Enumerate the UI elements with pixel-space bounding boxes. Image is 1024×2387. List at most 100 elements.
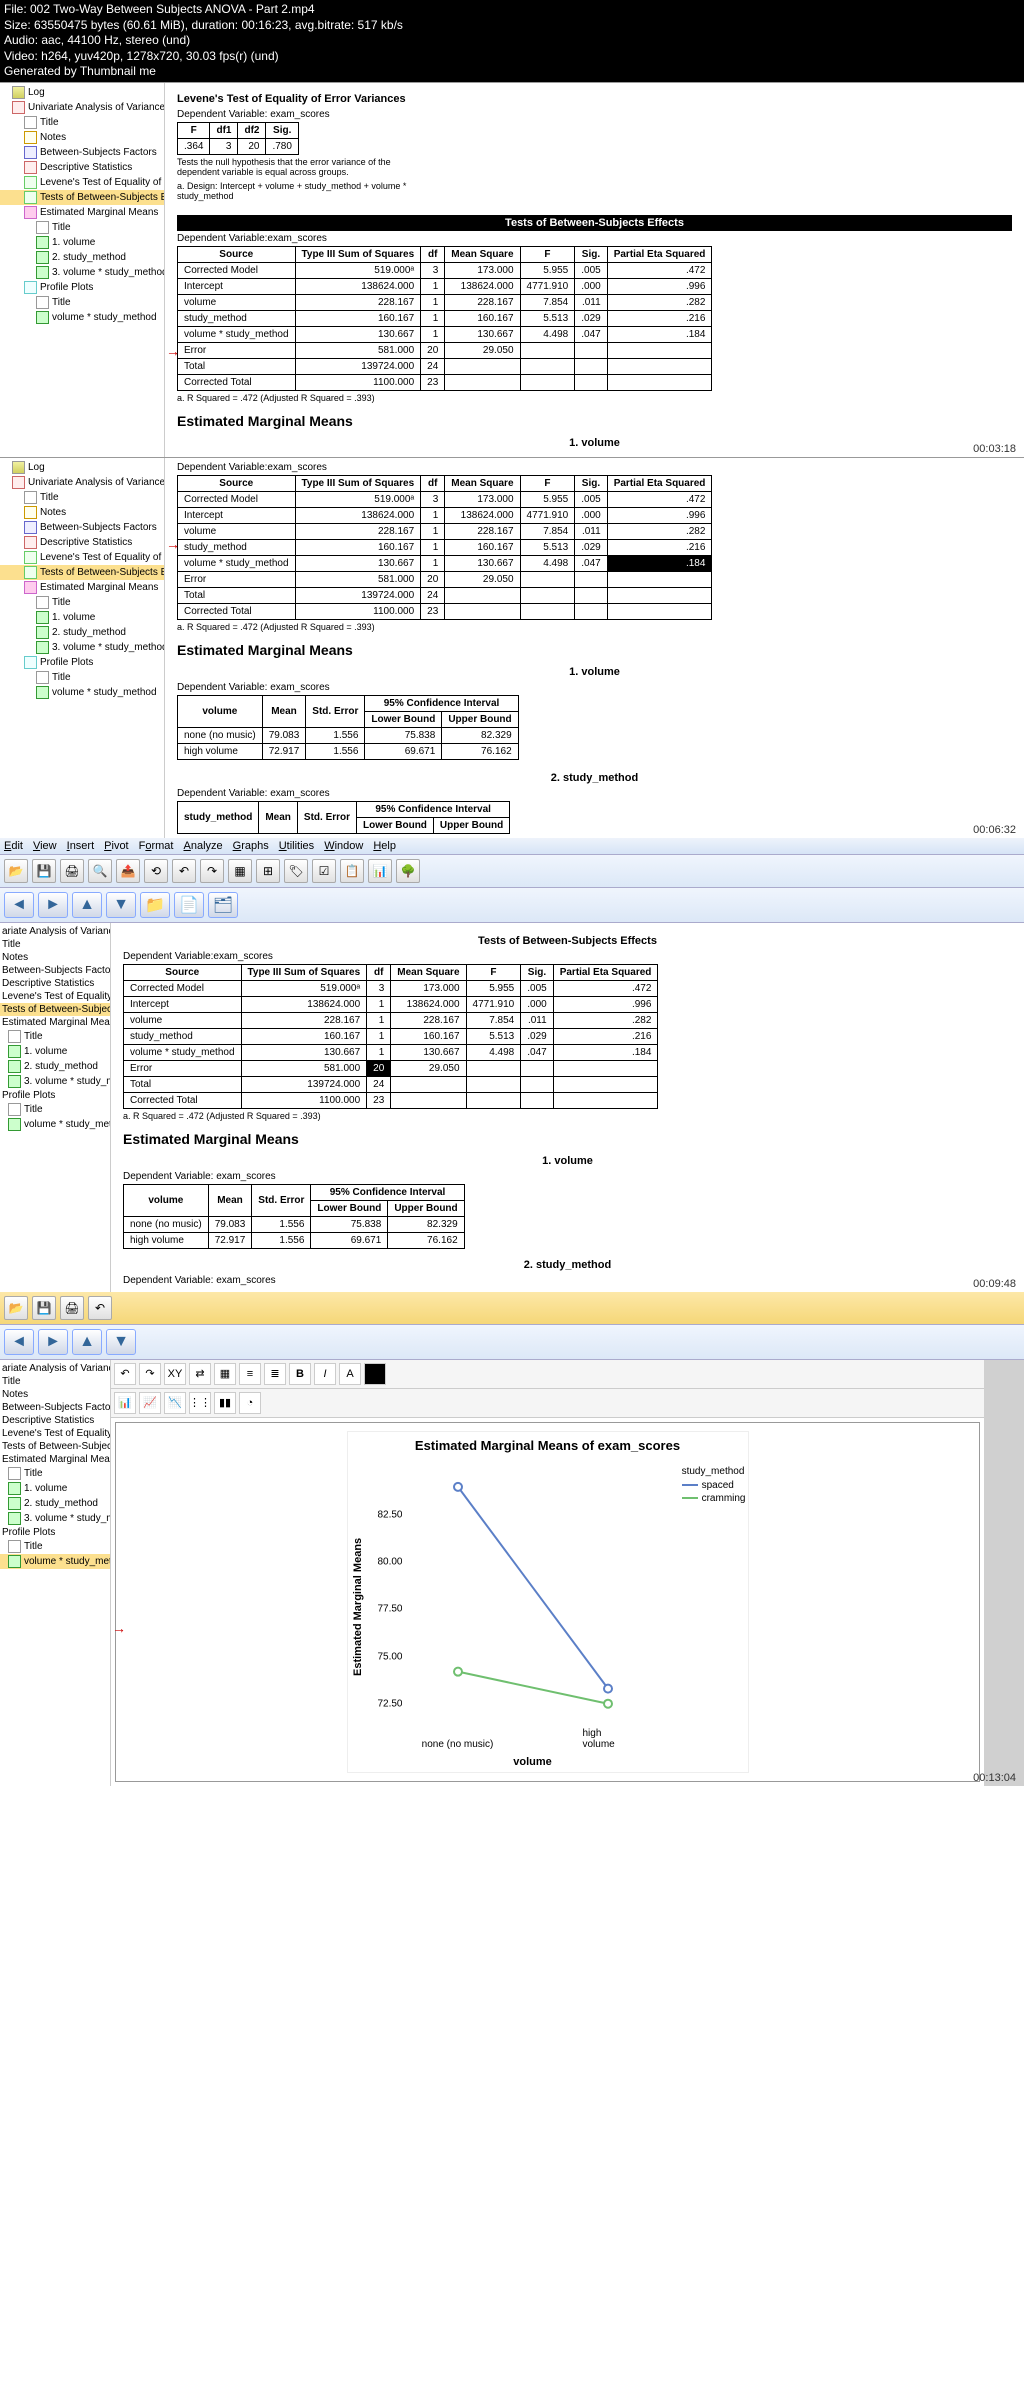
- nav-tests-bse[interactable]: Tests of Between-Subjects Effe: [0, 565, 164, 580]
- chart-editor-toolbar-1[interactable]: ↶ ↷ XY ⇄ ▦ ≡ ≣ B I A: [111, 1360, 984, 1389]
- histogram-icon[interactable]: ▮▮: [214, 1392, 236, 1414]
- nav-emm-title[interactable]: Title: [0, 595, 164, 610]
- nav-title[interactable]: Title: [0, 1375, 110, 1388]
- menu-format[interactable]: Format: [139, 840, 174, 852]
- chart-editor-toolbar-2[interactable]: 📊 📈 📉 ⋮⋮ ▮▮ ◔: [111, 1389, 984, 1418]
- nav-univariate[interactable]: Univariate Analysis of Variance: [0, 100, 164, 115]
- designate-icon[interactable]: 📋: [340, 859, 364, 883]
- nav-plots-chart[interactable]: volume * study_method: [0, 1554, 110, 1569]
- up-icon[interactable]: ▲: [72, 892, 102, 918]
- menu-help[interactable]: Help: [373, 840, 396, 852]
- nav-emm[interactable]: Estimated Marginal Means: [0, 205, 164, 220]
- nav-title[interactable]: Title: [0, 115, 164, 130]
- output-navigator-2[interactable]: Log Univariate Analysis of Variance Titl…: [0, 458, 165, 838]
- nav-factors[interactable]: Between-Subjects Factors: [0, 145, 164, 160]
- menu-insert[interactable]: Insert: [67, 840, 95, 852]
- down-icon[interactable]: ▼: [106, 1329, 136, 1355]
- grid-icon[interactable]: ▦: [214, 1363, 236, 1385]
- nav-descriptives[interactable]: Descriptive Statistics: [0, 1414, 110, 1427]
- nav-emm-study[interactable]: 2. study_method: [0, 250, 164, 265]
- nav-plots-chart[interactable]: volume * study_method: [0, 310, 164, 325]
- nav-levene[interactable]: Levene's Test of Equality of Erro: [0, 990, 110, 1003]
- nav-toolbar-4[interactable]: ◄ ► ▲ ▼: [0, 1325, 1024, 1360]
- undo-icon[interactable]: ↶: [114, 1363, 136, 1385]
- bse-table-2[interactable]: SourceType III Sum of SquaresdfMean Squa…: [177, 475, 712, 620]
- nav-tests-bse[interactable]: Tests of Between-Subjects Effe: [0, 1440, 110, 1453]
- bold-icon[interactable]: B: [289, 1363, 311, 1385]
- levene-table[interactable]: Fdf1df2Sig. .364320.780: [177, 122, 299, 155]
- chart-main-toolbar[interactable]: 📂 💾 🖨 ↶: [0, 1292, 1024, 1325]
- menu-edit[interactable]: Edit: [4, 840, 23, 852]
- up-icon[interactable]: ▲: [72, 1329, 102, 1355]
- chart-icon[interactable]: 📊: [368, 859, 392, 883]
- output-navigator-4[interactable]: ariate Analysis of Variance Title Notes …: [0, 1360, 111, 1786]
- align-left-icon[interactable]: ≡: [239, 1363, 261, 1385]
- menu-bar[interactable]: Edit View Insert Pivot Format Analyze Gr…: [0, 838, 1024, 855]
- nav-factors[interactable]: Between-Subjects Factors: [0, 520, 164, 535]
- xy-icon[interactable]: XY: [164, 1363, 186, 1385]
- undo-icon[interactable]: ↶: [88, 1296, 112, 1320]
- nav-notes[interactable]: Notes: [0, 130, 164, 145]
- forward-icon[interactable]: ►: [38, 892, 68, 918]
- profile-plot-chart[interactable]: Estimated Marginal Means of exam_scores …: [347, 1431, 749, 1773]
- nav-factors[interactable]: Between-Subjects Factors: [0, 964, 110, 977]
- nav-emm-title[interactable]: Title: [0, 1466, 110, 1481]
- nav-notes[interactable]: Notes: [0, 505, 164, 520]
- menu-utilities[interactable]: Utilities: [279, 840, 314, 852]
- nav-descriptives[interactable]: Descriptive Statistics: [0, 160, 164, 175]
- pie-icon[interactable]: ◔: [239, 1392, 261, 1414]
- emm-volume-table[interactable]: volumeMeanStd. Error95% Confidence Inter…: [177, 695, 519, 760]
- open-icon[interactable]: 📂: [4, 1296, 28, 1320]
- emm-study-table-header[interactable]: study_methodMeanStd. Error95% Confidence…: [177, 801, 510, 834]
- nav-tests-bse[interactable]: Tests of Between-Subjects Effe: [0, 1003, 110, 1016]
- down-icon[interactable]: ▼: [106, 892, 136, 918]
- area-chart-icon[interactable]: 📉: [164, 1392, 186, 1414]
- nav-log[interactable]: Log: [0, 460, 164, 475]
- preview-icon[interactable]: 🔍: [88, 859, 112, 883]
- nav-plots[interactable]: Profile Plots: [0, 1526, 110, 1539]
- goto-data-icon[interactable]: ▦: [228, 859, 252, 883]
- nav-emm-interaction[interactable]: 3. volume * study_method: [0, 1074, 110, 1089]
- menu-window[interactable]: Window: [324, 840, 363, 852]
- nav-emm-volume[interactable]: 1. volume: [0, 235, 164, 250]
- folder-icon[interactable]: 📁: [140, 892, 170, 918]
- nav-emm-study[interactable]: 2. study_method: [0, 1496, 110, 1511]
- nav-levene[interactable]: Levene's Test of Equality of Erro: [0, 550, 164, 565]
- nav-factors[interactable]: Between-Subjects Factors: [0, 1401, 110, 1414]
- nav-levene[interactable]: Levene's Test of Equality of Erro: [0, 1427, 110, 1440]
- bse-table[interactable]: SourceType III Sum of SquaresdfMean Squa…: [177, 246, 712, 391]
- tree-view-icon[interactable]: 🗂: [208, 892, 238, 918]
- variables-icon[interactable]: 🏷: [284, 859, 308, 883]
- nav-title[interactable]: Title: [0, 490, 164, 505]
- undo-icon[interactable]: ↶: [172, 859, 196, 883]
- nav-emm-volume[interactable]: 1. volume: [0, 610, 164, 625]
- bar-chart-icon[interactable]: 📊: [114, 1392, 136, 1414]
- line-chart-icon[interactable]: 📈: [139, 1392, 161, 1414]
- nav-plots-title[interactable]: Title: [0, 670, 164, 685]
- nav-title[interactable]: Title: [0, 938, 110, 951]
- menu-pivot[interactable]: Pivot: [104, 840, 128, 852]
- menu-analyze[interactable]: Analyze: [183, 840, 222, 852]
- menu-graphs[interactable]: Graphs: [233, 840, 269, 852]
- save-icon[interactable]: 💾: [32, 859, 56, 883]
- goto-case-icon[interactable]: ⊞: [256, 859, 280, 883]
- nav-plots-chart[interactable]: volume * study_method: [0, 685, 164, 700]
- nav-emm-title[interactable]: Title: [0, 1029, 110, 1044]
- nav-plots-chart[interactable]: volume * study_method: [0, 1117, 110, 1132]
- nav-notes[interactable]: Notes: [0, 951, 110, 964]
- nav-levene[interactable]: Levene's Test of Equality of Erro: [0, 175, 164, 190]
- back-icon[interactable]: ◄: [4, 892, 34, 918]
- nav-emm-interaction[interactable]: 3. volume * study_method: [0, 265, 164, 280]
- nav-emm-title[interactable]: Title: [0, 220, 164, 235]
- emm-volume-table-3[interactable]: volumeMeanStd. Error95% Confidence Inter…: [123, 1184, 465, 1249]
- output-navigator[interactable]: Log Univariate Analysis of Variance Titl…: [0, 83, 165, 457]
- scatter-icon[interactable]: ⋮⋮: [189, 1392, 211, 1414]
- open-icon[interactable]: 📂: [4, 859, 28, 883]
- nav-emm-volume[interactable]: 1. volume: [0, 1481, 110, 1496]
- nav-plots[interactable]: Profile Plots: [0, 1089, 110, 1102]
- bse-table-3[interactable]: SourceType III Sum of SquaresdfMean Squa…: [123, 964, 658, 1109]
- print-icon[interactable]: 🖨: [60, 1296, 84, 1320]
- nav-plots-title[interactable]: Title: [0, 1102, 110, 1117]
- nav-tests-bse[interactable]: Tests of Between-Subjects Effe: [0, 190, 164, 205]
- output-navigator-3[interactable]: ariate Analysis of Variance Title Notes …: [0, 923, 111, 1292]
